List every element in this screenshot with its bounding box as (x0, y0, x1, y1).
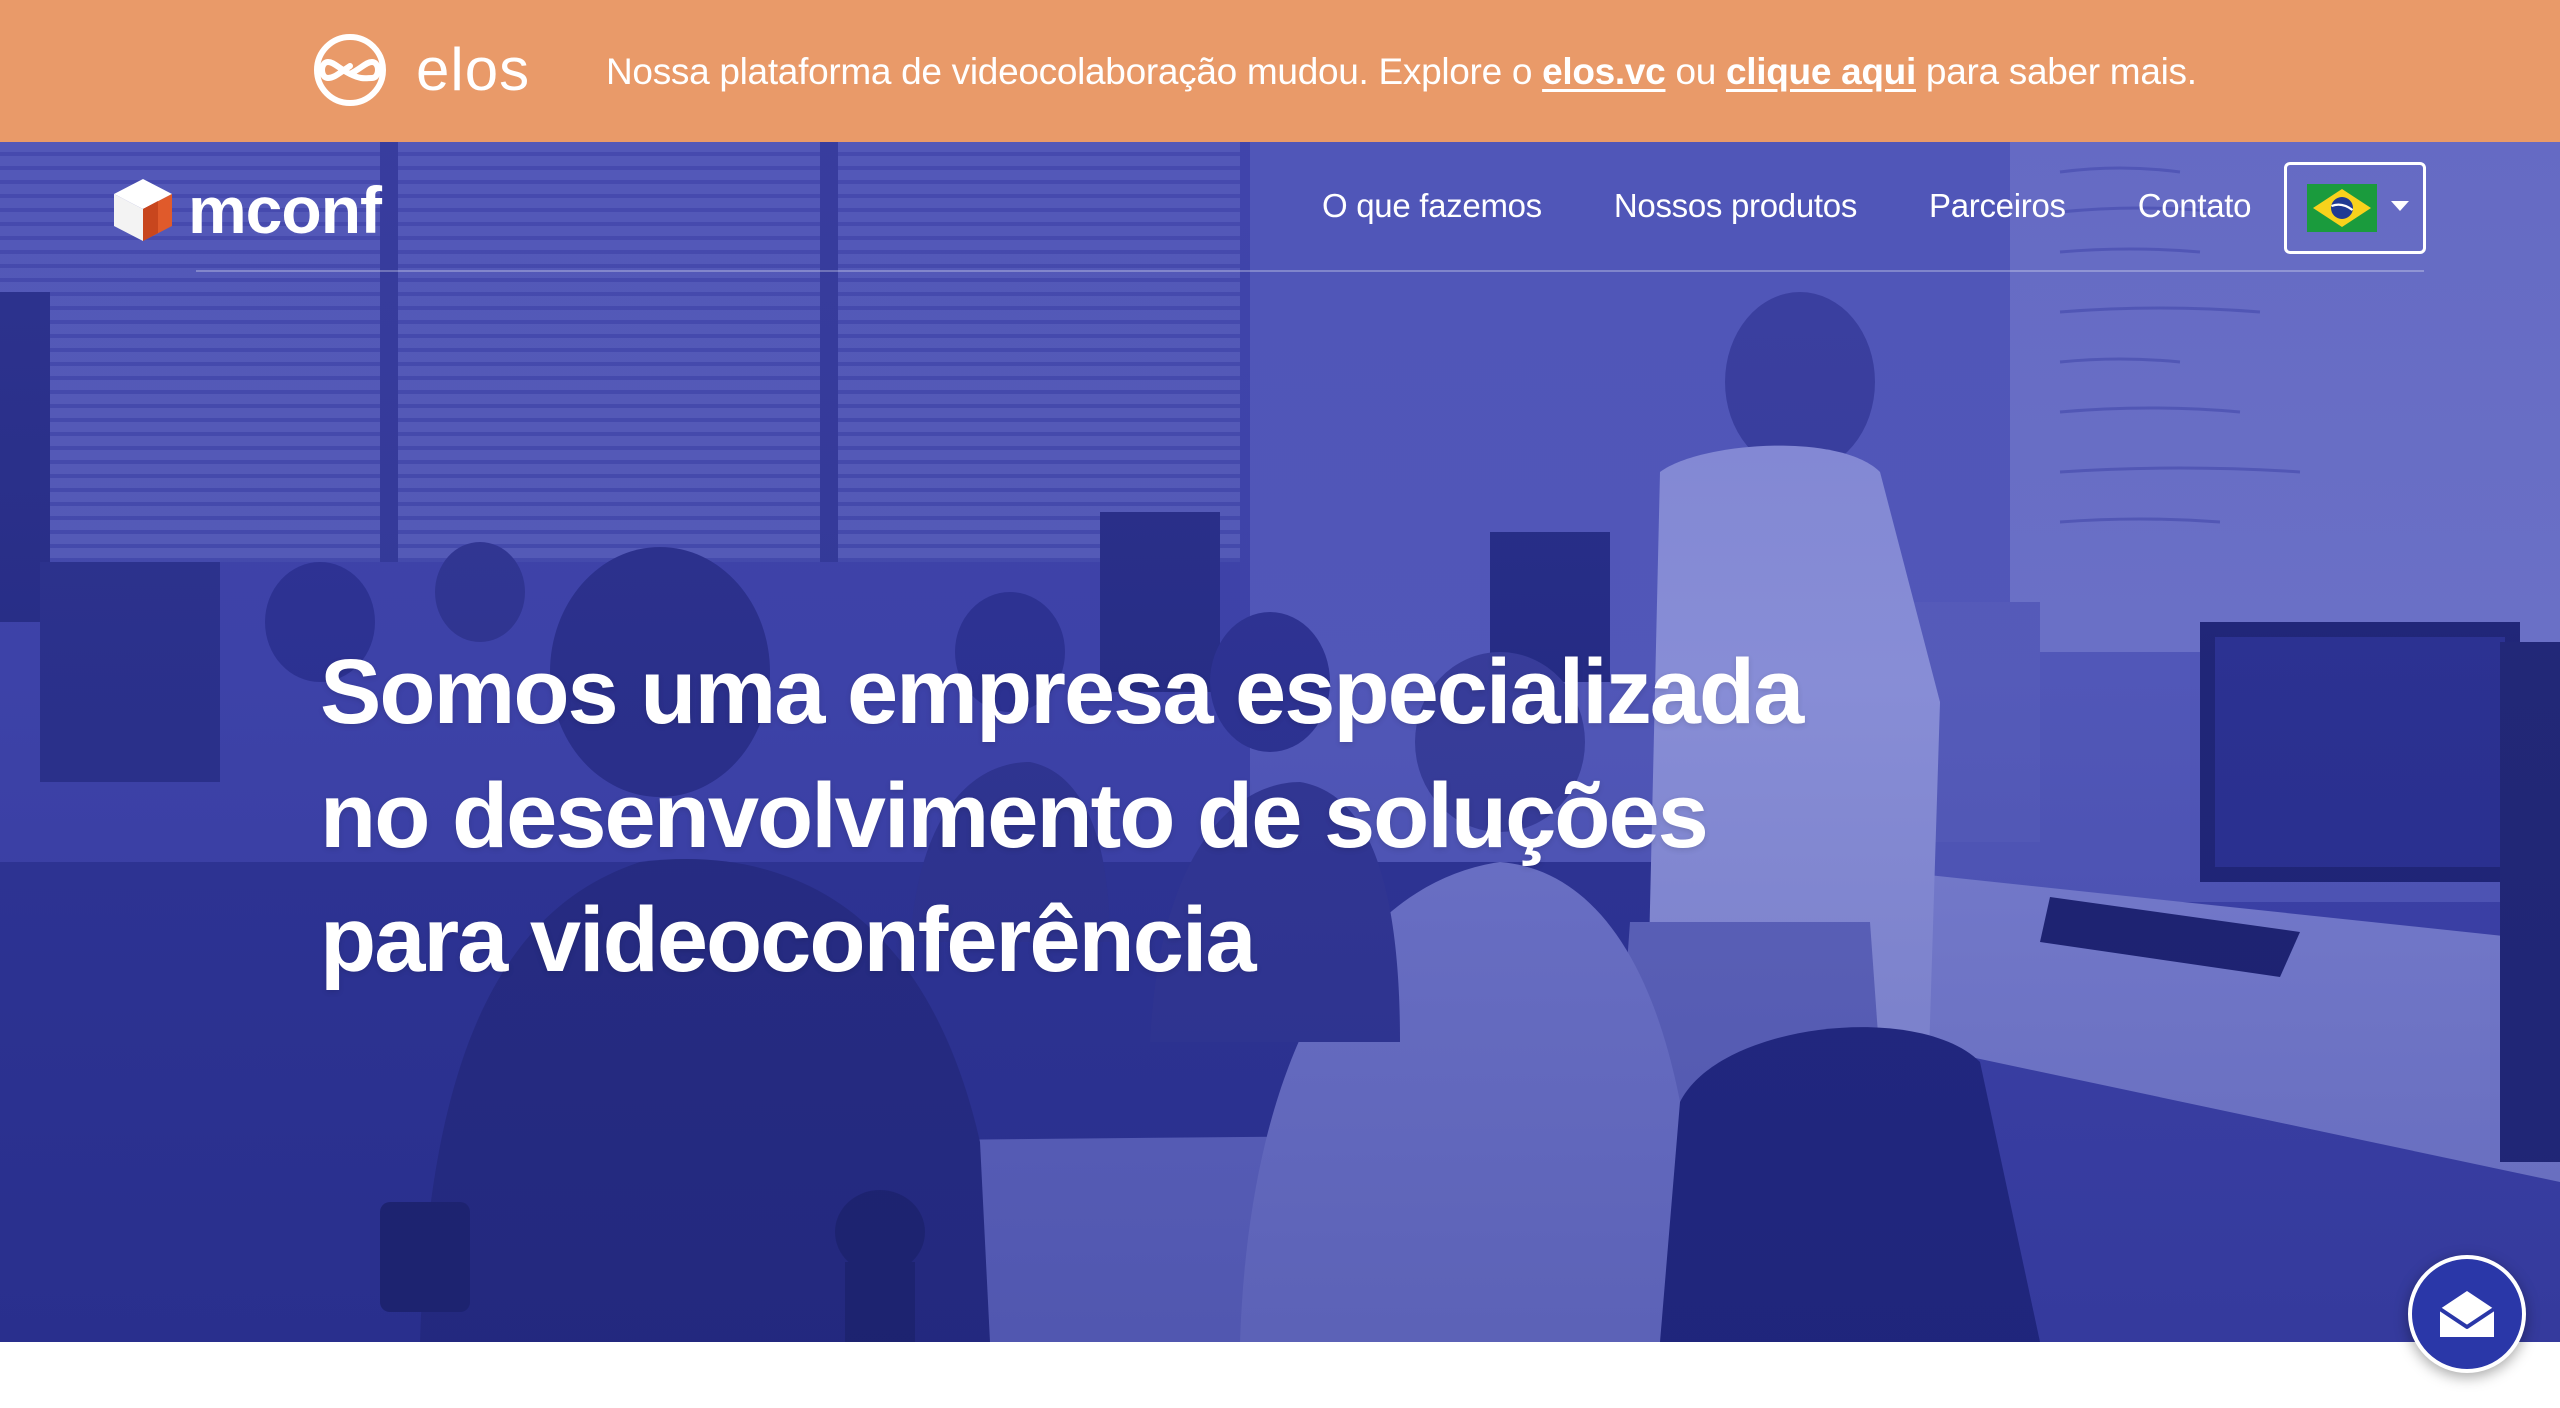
envelope-icon (2438, 1291, 2496, 1337)
hero-title: Somos uma empresa especializada no desen… (320, 630, 2020, 1002)
elos-logo[interactable]: elos (298, 34, 530, 106)
hero-section: mconf O que fazemos Nossos produtos Parc… (0, 142, 2560, 1342)
language-selector[interactable] (2284, 162, 2426, 254)
mconf-logo-text: mconf (188, 173, 382, 247)
nav-link-products[interactable]: Nossos produtos (1614, 184, 1857, 228)
nav-link-contact[interactable]: Contato (2138, 184, 2252, 228)
banner-message: Nossa plataforma de videocolaboração mud… (606, 46, 2197, 98)
nav-link-what-we-do[interactable]: O que fazemos (1322, 184, 1542, 228)
contact-floating-button[interactable] (2408, 1255, 2526, 1373)
banner-message-start: Nossa plataforma de videocolaboração mud… (606, 51, 1543, 92)
brazil-flag-icon (2307, 184, 2377, 232)
navbar-divider (196, 270, 2424, 272)
nav-links: O que fazemos Nossos produtos Parceiros … (1322, 184, 2252, 228)
hero-title-line-1: Somos uma empresa especializada (320, 641, 1804, 743)
announcement-banner: elos Nossa plataforma de videocolaboraçã… (0, 0, 2560, 142)
banner-message-middle: ou (1665, 51, 1726, 92)
nav-link-partners[interactable]: Parceiros (1929, 184, 2066, 228)
chevron-down-icon (2391, 201, 2409, 211)
main-navbar: mconf O que fazemos Nossos produtos Parc… (0, 142, 2560, 272)
click-here-link[interactable]: clique aqui (1726, 51, 1916, 92)
elos-infinity-icon (314, 34, 386, 106)
hero-title-line-3: para videoconferência (320, 889, 1257, 991)
elos-logo-text: elos (416, 36, 531, 103)
banner-message-end: para saber mais. (1915, 51, 2197, 92)
elos-link[interactable]: elos.vc (1542, 51, 1666, 92)
hero-title-line-2: no desenvolvimento de soluções (320, 765, 1709, 867)
cube-logo-icon (114, 179, 172, 241)
mconf-logo[interactable]: mconf (112, 170, 382, 250)
